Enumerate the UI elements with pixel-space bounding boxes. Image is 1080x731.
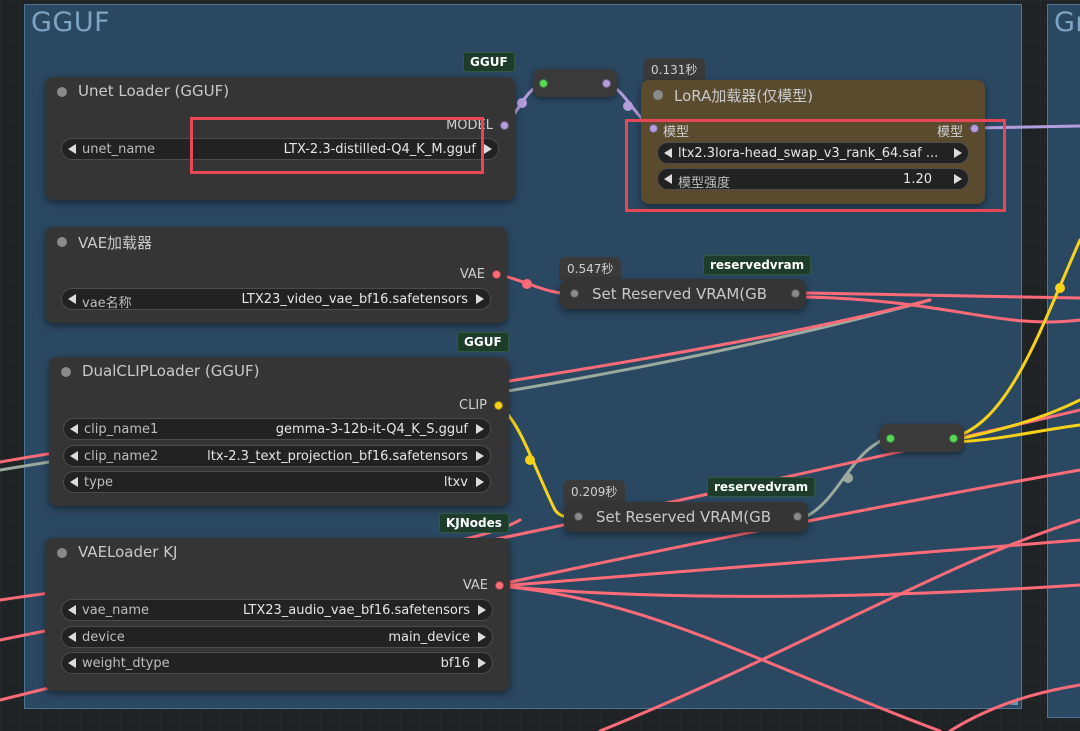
- dual-clip-loader-tag: GGUF: [457, 332, 509, 352]
- widget-name: weight_dtype: [82, 656, 170, 671]
- vae-wire: [948, 683, 1080, 731]
- collapse-dot[interactable]: [57, 87, 67, 97]
- chevron-left-icon[interactable]: [68, 294, 76, 304]
- wire-midpoint: [1055, 283, 1065, 293]
- reroute-output-dot[interactable]: [949, 434, 958, 443]
- widget-value: main_device: [388, 630, 470, 645]
- output-port[interactable]: [793, 512, 802, 521]
- execution-time-badge: 0.547秒: [559, 257, 622, 280]
- widget-value: ltx-2.3_text_projection_bf16.safetensors: [207, 449, 468, 464]
- output-label-vae: VAE: [459, 267, 485, 282]
- input-port[interactable]: [570, 289, 579, 298]
- vae-loader-node[interactable]: VAE加载器 VAE vae名称 LTX23_video_vae_bf16.sa…: [45, 227, 507, 323]
- execution-time-badge: 0.209秒: [563, 480, 626, 503]
- widget-name: clip_name1: [84, 422, 159, 437]
- output-port-vae[interactable]: [495, 581, 504, 590]
- dual-clip-loader-node[interactable]: DualCLIPLoader (GGUF) CLIP clip_name1 ge…: [49, 357, 509, 506]
- chevron-right-icon[interactable]: [476, 424, 484, 434]
- reroute-output-dot[interactable]: [602, 79, 611, 88]
- chevron-right-icon[interactable]: [476, 451, 484, 461]
- chevron-right-icon[interactable]: [478, 605, 486, 615]
- vae-name-select[interactable]: vae_name LTX23_audio_vae_bf16.safetensor…: [61, 599, 493, 621]
- widget-value: ltxv: [443, 475, 468, 490]
- reservedvram-tag: reservedvram: [703, 255, 812, 275]
- collapse-dot[interactable]: [61, 367, 71, 377]
- collapse-dot[interactable]: [57, 237, 67, 247]
- node-title: DualCLIPLoader (GGUF): [82, 362, 260, 380]
- wire-midpoint: [525, 455, 535, 465]
- wire-midpoint: [623, 101, 633, 111]
- highlight-box: [625, 119, 1006, 212]
- set-reserved-vram-node[interactable]: Set Reserved VRAM(GB: [564, 502, 808, 532]
- node-title: VAE加载器: [78, 234, 153, 252]
- output-port-vae[interactable]: [492, 270, 501, 279]
- weight-dtype-select[interactable]: weight_dtype bf16: [61, 652, 493, 674]
- workflow-canvas[interactable]: GGUF Gr: [0, 0, 1080, 731]
- chevron-left-icon[interactable]: [68, 658, 76, 668]
- type-select[interactable]: type ltxv: [63, 471, 491, 493]
- widget-name: unet_name: [82, 142, 155, 157]
- collapse-dot[interactable]: [57, 548, 67, 558]
- vae-loader-kj-node[interactable]: VAELoader KJ VAE vae_name LTX23_audio_va…: [45, 538, 510, 691]
- widget-name: type: [84, 475, 114, 490]
- wire-midpoint: [843, 473, 853, 483]
- output-port[interactable]: [791, 289, 800, 298]
- widget-name: clip_name2: [84, 449, 159, 464]
- chevron-right-icon[interactable]: [476, 294, 484, 304]
- node-title: Set Reserved VRAM(GB: [592, 285, 768, 303]
- set-reserved-vram-node[interactable]: Set Reserved VRAM(GB: [560, 279, 806, 309]
- vae-wire: [498, 583, 1080, 598]
- chevron-right-icon[interactable]: [478, 632, 486, 642]
- vae-wire: [803, 295, 1080, 324]
- widget-name: vae_name: [82, 603, 150, 618]
- kjnodes-tag: KJNodes: [439, 513, 509, 533]
- chevron-left-icon[interactable]: [68, 632, 76, 642]
- reroute-clip[interactable]: [880, 424, 964, 452]
- node-title-bar[interactable]: LoRA加载器(仅模型): [641, 80, 985, 110]
- reroute-model[interactable]: [533, 69, 617, 97]
- widget-name: device: [82, 630, 125, 645]
- chevron-left-icon[interactable]: [68, 605, 76, 615]
- widget-value: gemma-3-12b-it-Q4_K_S.gguf: [275, 422, 468, 437]
- clip-name2-select[interactable]: clip_name2 ltx-2.3_text_projection_bf16.…: [63, 445, 491, 467]
- output-port-model[interactable]: [500, 121, 509, 130]
- node-title-bar[interactable]: VAE加载器: [45, 227, 507, 257]
- output-label-vae: VAE: [462, 578, 488, 593]
- widget-value: LTX23_audio_vae_bf16.safetensors: [242, 603, 470, 618]
- node-title: VAELoader KJ: [78, 543, 178, 561]
- chevron-right-icon[interactable]: [484, 144, 492, 154]
- widget-value: LTX23_video_vae_bf16.safetensors: [241, 292, 468, 307]
- reroute-input-dot[interactable]: [539, 79, 548, 88]
- execution-time-badge: 0.131秒: [643, 58, 706, 81]
- chevron-left-icon[interactable]: [70, 451, 78, 461]
- vae-name-select[interactable]: vae名称 LTX23_video_vae_bf16.safetensors: [61, 288, 491, 311]
- node-title-bar[interactable]: Unet Loader (GGUF): [45, 77, 515, 107]
- chevron-left-icon[interactable]: [70, 424, 78, 434]
- node-title-bar[interactable]: DualCLIPLoader (GGUF): [49, 357, 509, 387]
- node-title: Set Reserved VRAM(GB: [596, 508, 772, 526]
- wire-midpoint: [517, 98, 527, 108]
- device-select[interactable]: device main_device: [61, 626, 493, 648]
- widget-name: vae名称: [82, 296, 132, 311]
- widget-value: bf16: [440, 656, 470, 671]
- collapse-dot[interactable]: [653, 90, 663, 100]
- node-title: LoRA加载器(仅模型): [674, 87, 814, 105]
- output-label-clip: CLIP: [459, 398, 487, 413]
- clip-name1-select[interactable]: clip_name1 gemma-3-12b-it-Q4_K_S.gguf: [63, 418, 491, 440]
- chevron-left-icon[interactable]: [68, 144, 76, 154]
- node-title-bar[interactable]: VAELoader KJ: [45, 538, 510, 568]
- reroute-input-dot[interactable]: [886, 434, 895, 443]
- output-port-clip[interactable]: [494, 401, 503, 410]
- chevron-right-icon[interactable]: [476, 477, 484, 487]
- wire-midpoint: [522, 279, 532, 289]
- reservedvram-tag: reservedvram: [707, 477, 816, 497]
- node-title: Unet Loader (GGUF): [78, 82, 230, 100]
- input-port[interactable]: [574, 512, 583, 521]
- highlight-box: [190, 117, 484, 174]
- vae-wire: [498, 538, 1080, 588]
- chevron-right-icon[interactable]: [478, 658, 486, 668]
- unet-loader-tag: GGUF: [463, 52, 515, 72]
- chevron-left-icon[interactable]: [70, 477, 78, 487]
